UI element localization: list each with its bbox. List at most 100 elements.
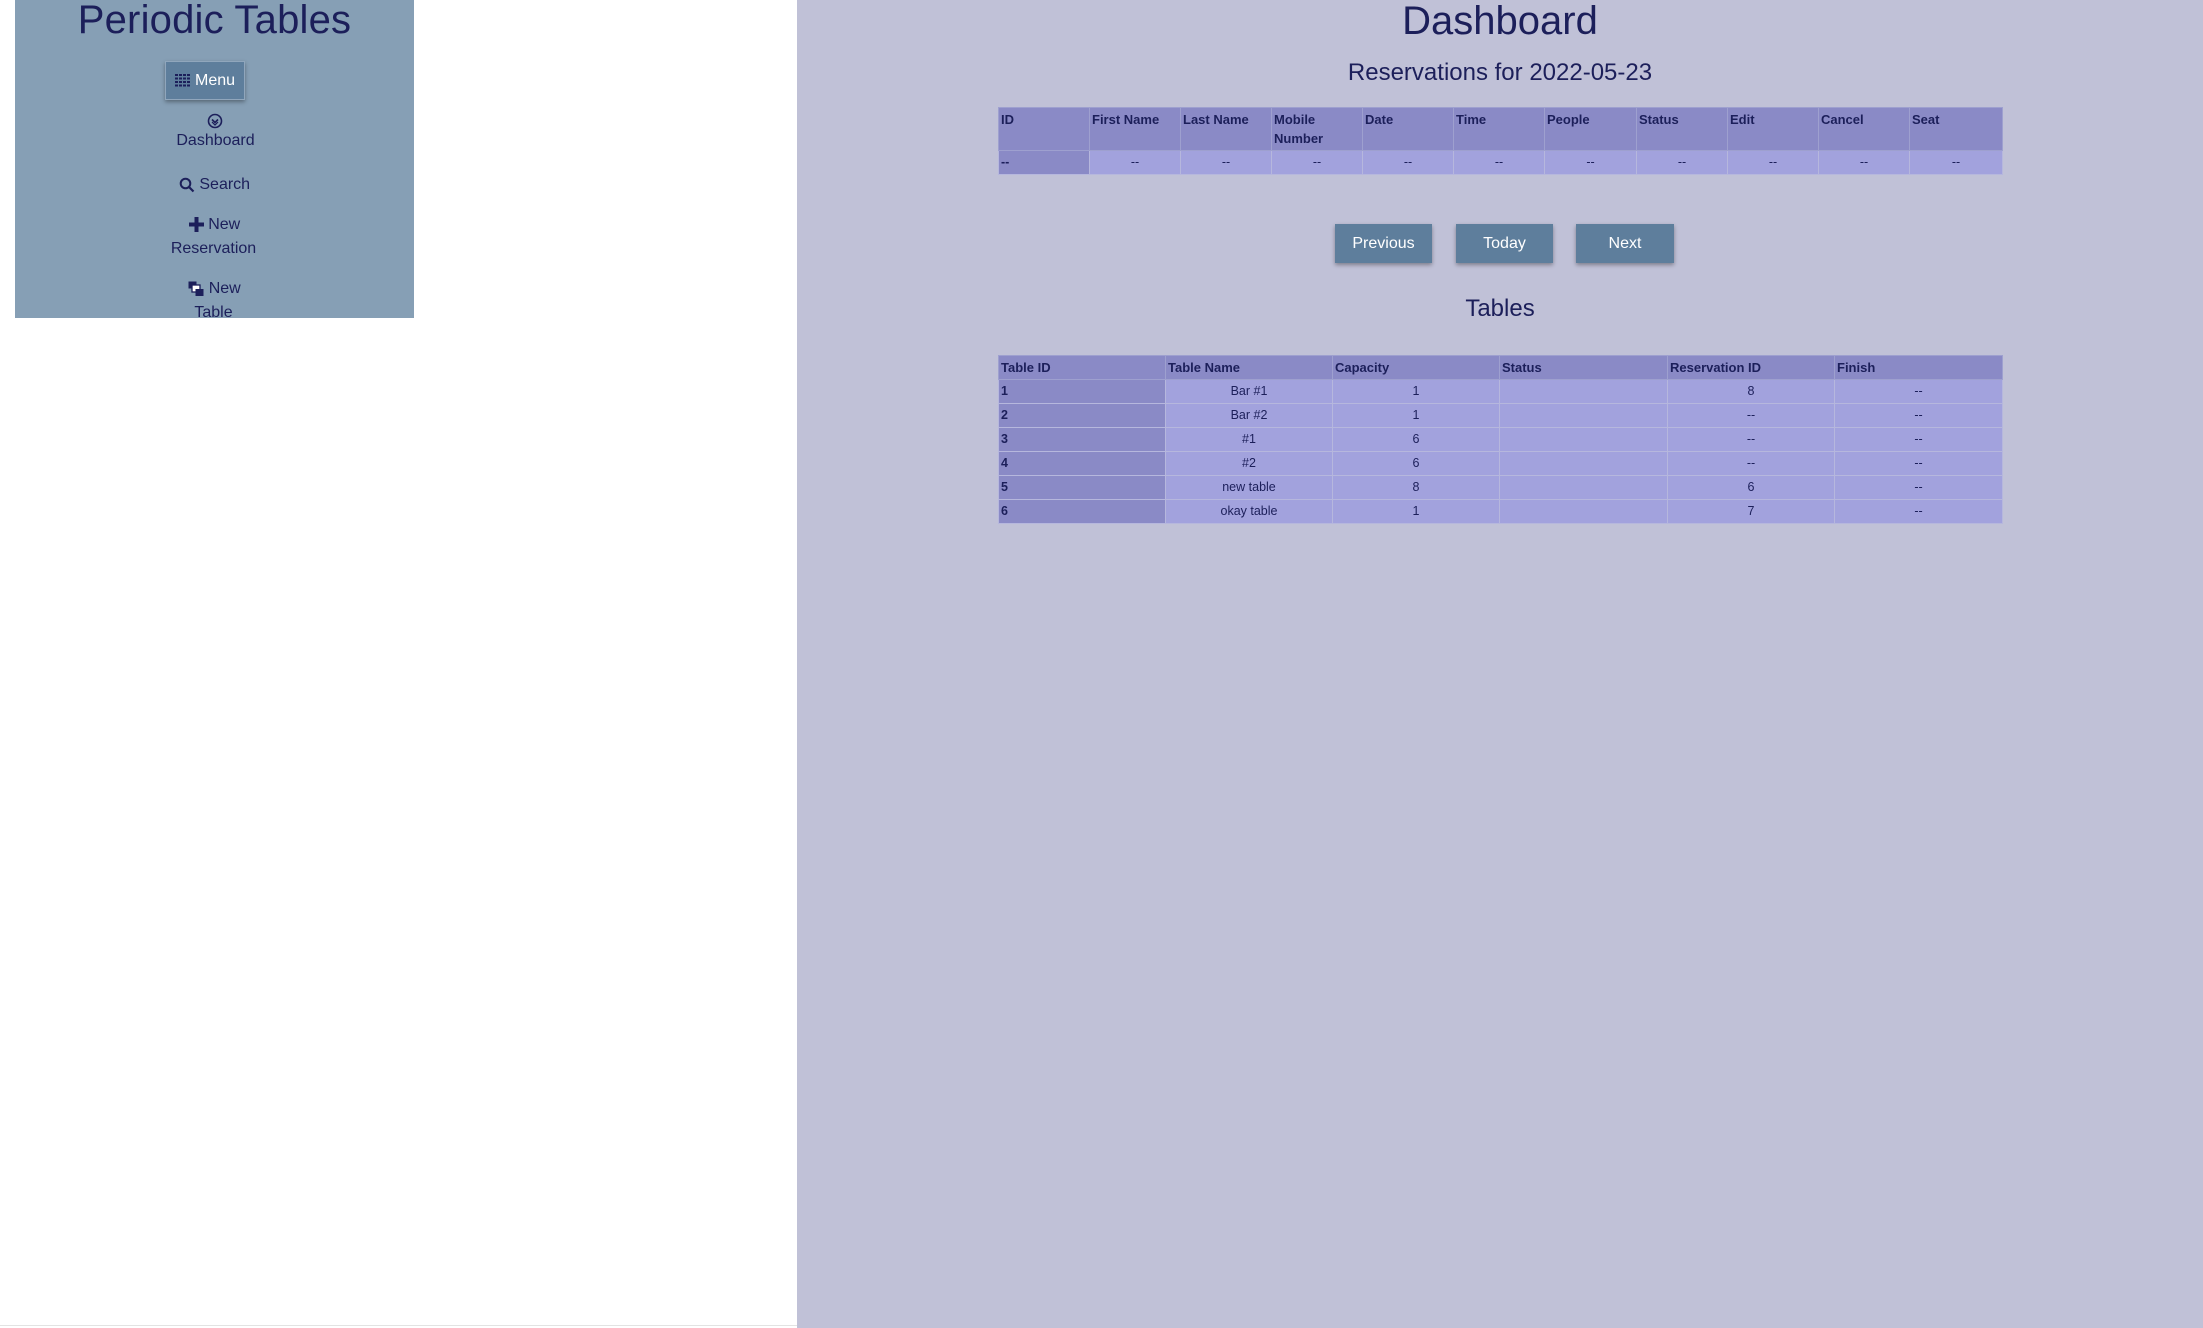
- reservations-heading: Reservations for 2022-05-23: [1347, 59, 1653, 86]
- finish-cell[interactable]: --: [1834, 475, 2003, 500]
- reservations-table: ID First Name Last Name Mobile Number Da…: [998, 107, 2003, 175]
- col-header-table-name: Table Name: [1165, 355, 1333, 380]
- table-cell: 8: [1332, 475, 1500, 500]
- table-cell: --: [1667, 427, 1835, 452]
- table-cell: --: [1180, 150, 1272, 175]
- nav-new-table-label-line2: Table: [194, 304, 233, 321]
- finish-cell[interactable]: --: [1834, 451, 2003, 476]
- col-header-table-status: Status: [1499, 355, 1668, 380]
- table-cell: #1: [1165, 427, 1333, 452]
- table-cell: --: [998, 150, 1090, 175]
- table-row: 4 #2 6 -- --: [998, 451, 2003, 476]
- table-cell: --: [1089, 150, 1181, 175]
- grid-icon: [174, 74, 190, 87]
- table-cell: 1: [1332, 403, 1500, 428]
- search-icon: [179, 177, 195, 193]
- tables-icon: [188, 281, 204, 296]
- finish-cell[interactable]: --: [1834, 499, 2003, 524]
- table-cell: --: [1453, 150, 1545, 175]
- table-cell: --: [1909, 150, 2003, 175]
- table-cell: --: [1818, 150, 1910, 175]
- nav-new-reservation[interactable]: New Reservation: [15, 213, 414, 261]
- table-row: 3 #1 6 -- --: [998, 427, 2003, 452]
- tables-heading: Tables: [1465, 295, 1535, 322]
- col-header-table-id: Table ID: [998, 355, 1166, 380]
- table-row: 1 Bar #1 1 8 --: [998, 379, 2003, 404]
- table-cell: okay table: [1165, 499, 1333, 524]
- nav-search[interactable]: Search: [15, 173, 414, 197]
- table-cell: --: [1271, 150, 1363, 175]
- reservations-header-row: ID First Name Last Name Mobile Number Da…: [998, 107, 2003, 151]
- col-header-status: Status: [1636, 107, 1728, 151]
- plus-icon: [188, 217, 204, 233]
- table-row: 6 okay table 1 7 --: [998, 499, 2003, 524]
- nav-dashboard[interactable]: Dashboard: [15, 109, 414, 153]
- table-cell: --: [1667, 451, 1835, 476]
- table-cell: new table: [1165, 475, 1333, 500]
- app-brand-title[interactable]: Periodic Tables: [15, 0, 414, 43]
- previous-button[interactable]: Previous: [1335, 224, 1432, 263]
- next-button[interactable]: Next: [1576, 224, 1674, 263]
- table-cell: [1499, 499, 1668, 524]
- table-cell: 1: [1332, 379, 1500, 404]
- table-cell: 5: [998, 475, 1166, 500]
- page-title: Dashboard: [1402, 0, 1598, 43]
- sidebar: Periodic Tables Menu Dashboard Search Ne…: [15, 0, 414, 321]
- finish-cell[interactable]: --: [1834, 379, 2003, 404]
- table-cell: [1499, 427, 1668, 452]
- col-header-mobile-number: Mobile Number: [1271, 107, 1363, 151]
- dashboard-icon: [207, 113, 222, 129]
- table-row: -- -- -- -- -- -- -- -- -- -- --: [998, 150, 2003, 175]
- table-cell: --: [1544, 150, 1637, 175]
- nav-new-table[interactable]: New Table: [15, 277, 414, 325]
- table-cell: Bar #1: [1165, 379, 1333, 404]
- table-cell: Bar #2: [1165, 403, 1333, 428]
- col-header-first-name: First Name: [1089, 107, 1181, 151]
- table-cell: [1499, 475, 1668, 500]
- col-header-capacity: Capacity: [1332, 355, 1500, 380]
- table-cell: 6: [998, 499, 1166, 524]
- col-header-edit: Edit: [1727, 107, 1819, 151]
- table-cell: 6: [1332, 451, 1500, 476]
- table-cell: 4: [998, 451, 1166, 476]
- menu-button[interactable]: Menu: [165, 61, 245, 100]
- today-button[interactable]: Today: [1456, 224, 1553, 263]
- table-row: 5 new table 8 6 --: [998, 475, 2003, 500]
- col-header-reservation-id: Reservation ID: [1667, 355, 1835, 380]
- menu-button-label: Menu: [194, 71, 236, 89]
- main-content: Dashboard Reservations for 2022-05-23 ID…: [797, 0, 2203, 1328]
- table-cell: [1499, 451, 1668, 476]
- nav-new-reservation-label-line1: New: [208, 216, 241, 233]
- table-row: 2 Bar #2 1 -- --: [998, 403, 2003, 428]
- table-cell: 3: [998, 427, 1166, 452]
- table-cell: --: [1667, 403, 1835, 428]
- finish-cell[interactable]: --: [1834, 403, 2003, 428]
- table-cell: --: [1362, 150, 1454, 175]
- table-cell: --: [1727, 150, 1819, 175]
- table-cell: 2: [998, 403, 1166, 428]
- table-cell: 1: [1332, 499, 1500, 524]
- divider: [0, 1325, 797, 1326]
- col-header-last-name: Last Name: [1180, 107, 1272, 151]
- table-cell: 6: [1332, 427, 1500, 452]
- col-header-time: Time: [1453, 107, 1545, 151]
- nav-search-label: Search: [199, 176, 251, 193]
- nav-dashboard-label: Dashboard: [176, 132, 255, 149]
- col-header-cancel: Cancel: [1818, 107, 1910, 151]
- table-cell: 1: [998, 379, 1166, 404]
- table-cell: 7: [1667, 499, 1835, 524]
- col-header-finish: Finish: [1834, 355, 2003, 380]
- col-header-id: ID: [998, 107, 1090, 151]
- col-header-date: Date: [1362, 107, 1454, 151]
- tables-table: Table ID Table Name Capacity Status Rese…: [998, 355, 2003, 524]
- nav-new-reservation-label-line2: Reservation: [170, 240, 257, 257]
- tables-header-row: Table ID Table Name Capacity Status Rese…: [998, 355, 2003, 380]
- table-cell: --: [1636, 150, 1728, 175]
- table-cell: [1499, 379, 1668, 404]
- finish-cell[interactable]: --: [1834, 427, 2003, 452]
- table-cell: 8: [1667, 379, 1835, 404]
- table-cell: 6: [1667, 475, 1835, 500]
- col-header-people: People: [1544, 107, 1637, 151]
- table-cell: [1499, 403, 1668, 428]
- nav-new-table-label-line1: New: [208, 280, 241, 297]
